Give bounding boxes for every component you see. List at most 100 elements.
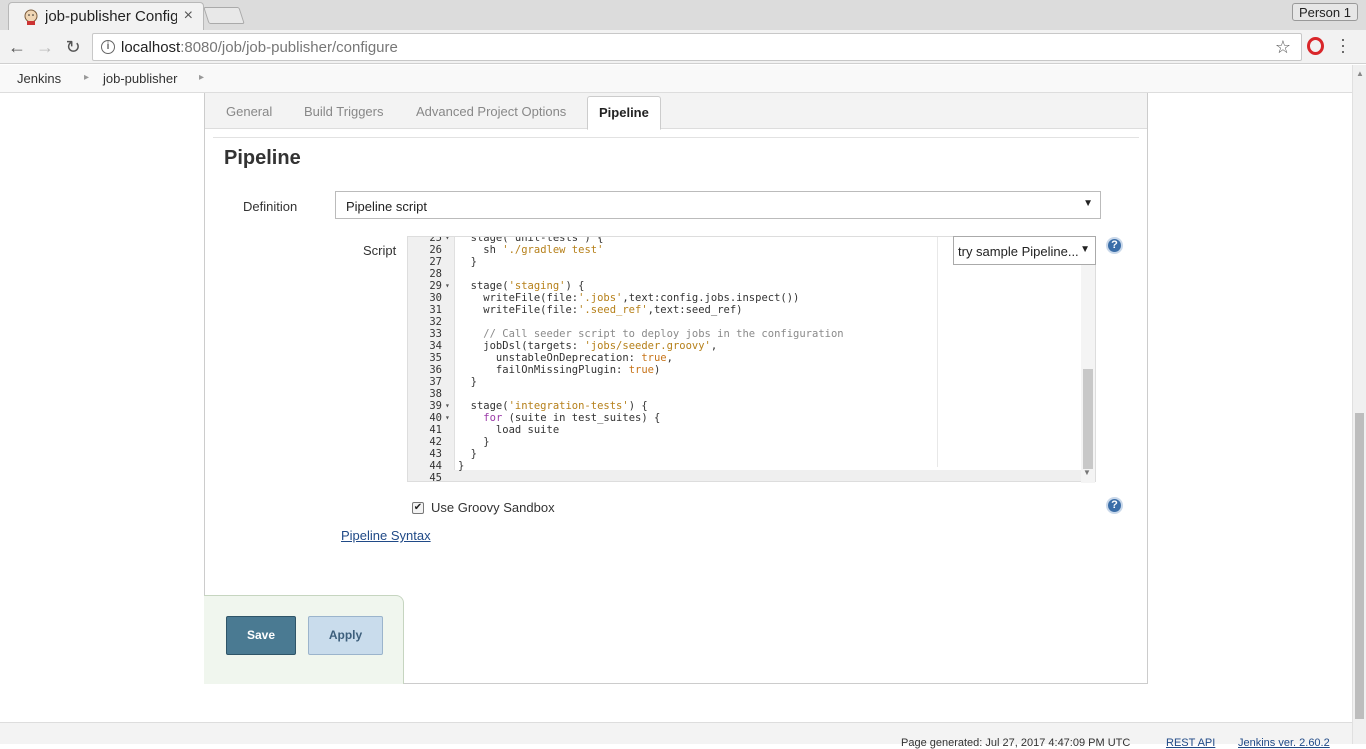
code-text: jobDsl(targets: 'jobs/seeder.groovy', [458, 340, 717, 352]
breadcrumb-job-publisher[interactable]: job-publisher [103, 71, 177, 86]
apply-button[interactable]: Apply [308, 616, 383, 655]
pipeline-syntax-link[interactable]: Pipeline Syntax [341, 528, 431, 543]
code-token: true [628, 364, 654, 376]
opera-icon[interactable] [1307, 37, 1324, 55]
address-bar[interactable]: i localhost:8080/job/job-publisher/confi… [92, 33, 1302, 61]
rest-api-link[interactable]: REST API [1166, 737, 1215, 749]
code-token: 'integration-tests' [508, 400, 629, 412]
save-button[interactable]: Save [226, 616, 296, 655]
line-number: 36 [429, 364, 442, 376]
code-line[interactable]: 34 jobDsl(targets: 'jobs/seeder.groovy', [408, 340, 938, 352]
code-token: sh [458, 244, 503, 256]
breadcrumb: Jenkins ▸ job-publisher ▸ [0, 65, 1352, 93]
page-footer: Page generated: Jul 27, 2017 4:47:09 PM … [0, 722, 1352, 749]
definition-select[interactable]: Pipeline script ▼ [335, 191, 1101, 219]
page-scrollbar[interactable]: ▲ [1352, 65, 1366, 744]
fold-arrow-icon[interactable]: ▾ [445, 400, 450, 412]
help-icon[interactable]: ? [1106, 497, 1123, 514]
code-line[interactable]: 42 } [408, 436, 938, 448]
code-token: '.jobs' [578, 292, 623, 304]
jenkins-favicon-icon [24, 9, 38, 25]
code-token: (suite in test_suites) { [502, 412, 661, 424]
scroll-down-icon[interactable]: ▼ [1083, 468, 1091, 477]
code-line[interactable]: 45 [408, 472, 938, 482]
jenkins-version-link[interactable]: Jenkins ver. 2.60.2 [1238, 737, 1330, 749]
page-generated-text: Page generated: Jul 27, 2017 4:47:09 PM … [901, 737, 1131, 749]
code-token: ,text:seed_ref) [647, 304, 743, 316]
code-line[interactable]: 38 [408, 388, 938, 400]
star-icon[interactable]: ☆ [1275, 37, 1291, 58]
fold-arrow-icon[interactable]: ▾ [445, 412, 450, 424]
profile-button[interactable]: Person 1 [1291, 3, 1358, 21]
code-token: ) { [565, 280, 585, 292]
line-number: 29 [429, 280, 442, 292]
code-token: } [458, 436, 490, 448]
help-icon[interactable]: ? [1106, 237, 1123, 254]
config-panel: General Build Triggers Advanced Project … [204, 93, 1148, 684]
code-line[interactable]: 39 ▾ stage('integration-tests') { [408, 400, 938, 412]
code-text: failOnMissingPlugin: true) [458, 364, 660, 376]
chevron-right-icon[interactable]: ▸ [199, 72, 204, 83]
reload-icon[interactable]: ↻ [62, 36, 84, 58]
code-line[interactable]: 44} [408, 460, 938, 472]
code-line[interactable]: 40 ▾ for (suite in test_suites) { [408, 412, 938, 424]
menu-icon[interactable]: · · · [1340, 30, 1346, 60]
code-text: } [458, 436, 490, 448]
groovy-sandbox-checkbox[interactable]: ✔ [412, 502, 424, 514]
script-editor[interactable]: 25 ▾ stage('unit-tests') {26 sh './gradle… [407, 236, 1096, 482]
code-line[interactable]: 37 } [408, 376, 938, 388]
code-token: unstableOnDeprecation: [458, 352, 642, 364]
breadcrumb-jenkins[interactable]: Jenkins [17, 71, 61, 86]
browser-tab[interactable]: job-publisher Configure × [8, 2, 204, 30]
page-scrollbar-thumb[interactable] [1355, 413, 1364, 719]
definition-label: Definition [243, 199, 298, 214]
line-number: 35 [429, 352, 442, 364]
editor-scrollbar[interactable]: ▼ [1081, 265, 1095, 483]
editor-scrollbar-thumb[interactable] [1083, 369, 1093, 469]
divider [213, 137, 1139, 138]
fold-arrow-icon[interactable]: ▾ [445, 237, 450, 244]
code-line[interactable]: 33 // Call seeder script to deploy jobs … [408, 328, 938, 340]
code-token: stage( [458, 400, 509, 412]
line-number: 41 [429, 424, 442, 436]
code-line[interactable]: 27 } [408, 256, 938, 268]
tab-general[interactable]: General [226, 104, 272, 119]
back-icon[interactable]: ← [6, 36, 28, 58]
forward-icon[interactable]: → [34, 36, 56, 58]
close-tab-icon[interactable]: × [184, 8, 193, 24]
code-line[interactable]: 32 [408, 316, 938, 328]
browser-tab-strip: job-publisher Configure × Person 1 [0, 0, 1366, 30]
code-line[interactable]: 36 failOnMissingPlugin: true) [408, 364, 938, 376]
code-token: load suite [458, 424, 560, 436]
code-line[interactable]: 26 sh './gradlew test' [408, 244, 938, 256]
try-sample-pipeline-select[interactable]: try sample Pipeline... ▼ [953, 236, 1096, 265]
new-tab-button[interactable] [203, 7, 245, 24]
code-text: unstableOnDeprecation: true, [458, 352, 673, 364]
info-icon[interactable]: i [101, 40, 115, 54]
code-line[interactable]: 28 [408, 268, 938, 280]
code-line[interactable]: 29 ▾ stage('staging') { [408, 280, 938, 292]
line-number: 45 [429, 472, 442, 482]
code-line[interactable]: 35 unstableOnDeprecation: true, [408, 352, 938, 364]
tab-pipeline[interactable]: Pipeline [587, 96, 661, 130]
code-line[interactable]: 25 ▾ stage('unit-tests') { [408, 236, 938, 244]
code-text: for (suite in test_suites) { [458, 412, 660, 424]
tab-build-triggers[interactable]: Build Triggers [304, 104, 383, 119]
chevron-right-icon[interactable]: ▸ [84, 72, 89, 83]
code-line[interactable]: 30 writeFile(file:'.jobs',text:config.jo… [408, 292, 938, 304]
url-text: localhost:8080/job/job-publisher/configu… [121, 39, 398, 56]
line-number: 25 [429, 236, 442, 244]
line-number: 38 [429, 388, 442, 400]
fold-arrow-icon[interactable]: ▾ [445, 280, 450, 292]
browser-tab-title: job-publisher Configure [45, 8, 177, 25]
code-token: ,text:config.jobs.inspect()) [622, 292, 800, 304]
scroll-up-icon[interactable]: ▲ [1356, 69, 1364, 78]
definition-value: Pipeline script [346, 199, 427, 214]
code-line[interactable]: 41 load suite [408, 424, 938, 436]
code-token: failOnMissingPlugin: [458, 364, 629, 376]
tab-advanced-project-options[interactable]: Advanced Project Options [416, 104, 566, 119]
code-line[interactable]: 31 writeFile(file:'.seed_ref',text:seed_… [408, 304, 938, 316]
code-line[interactable]: 43 } [408, 448, 938, 460]
code-token: stage('unit-tests') { [458, 236, 604, 244]
